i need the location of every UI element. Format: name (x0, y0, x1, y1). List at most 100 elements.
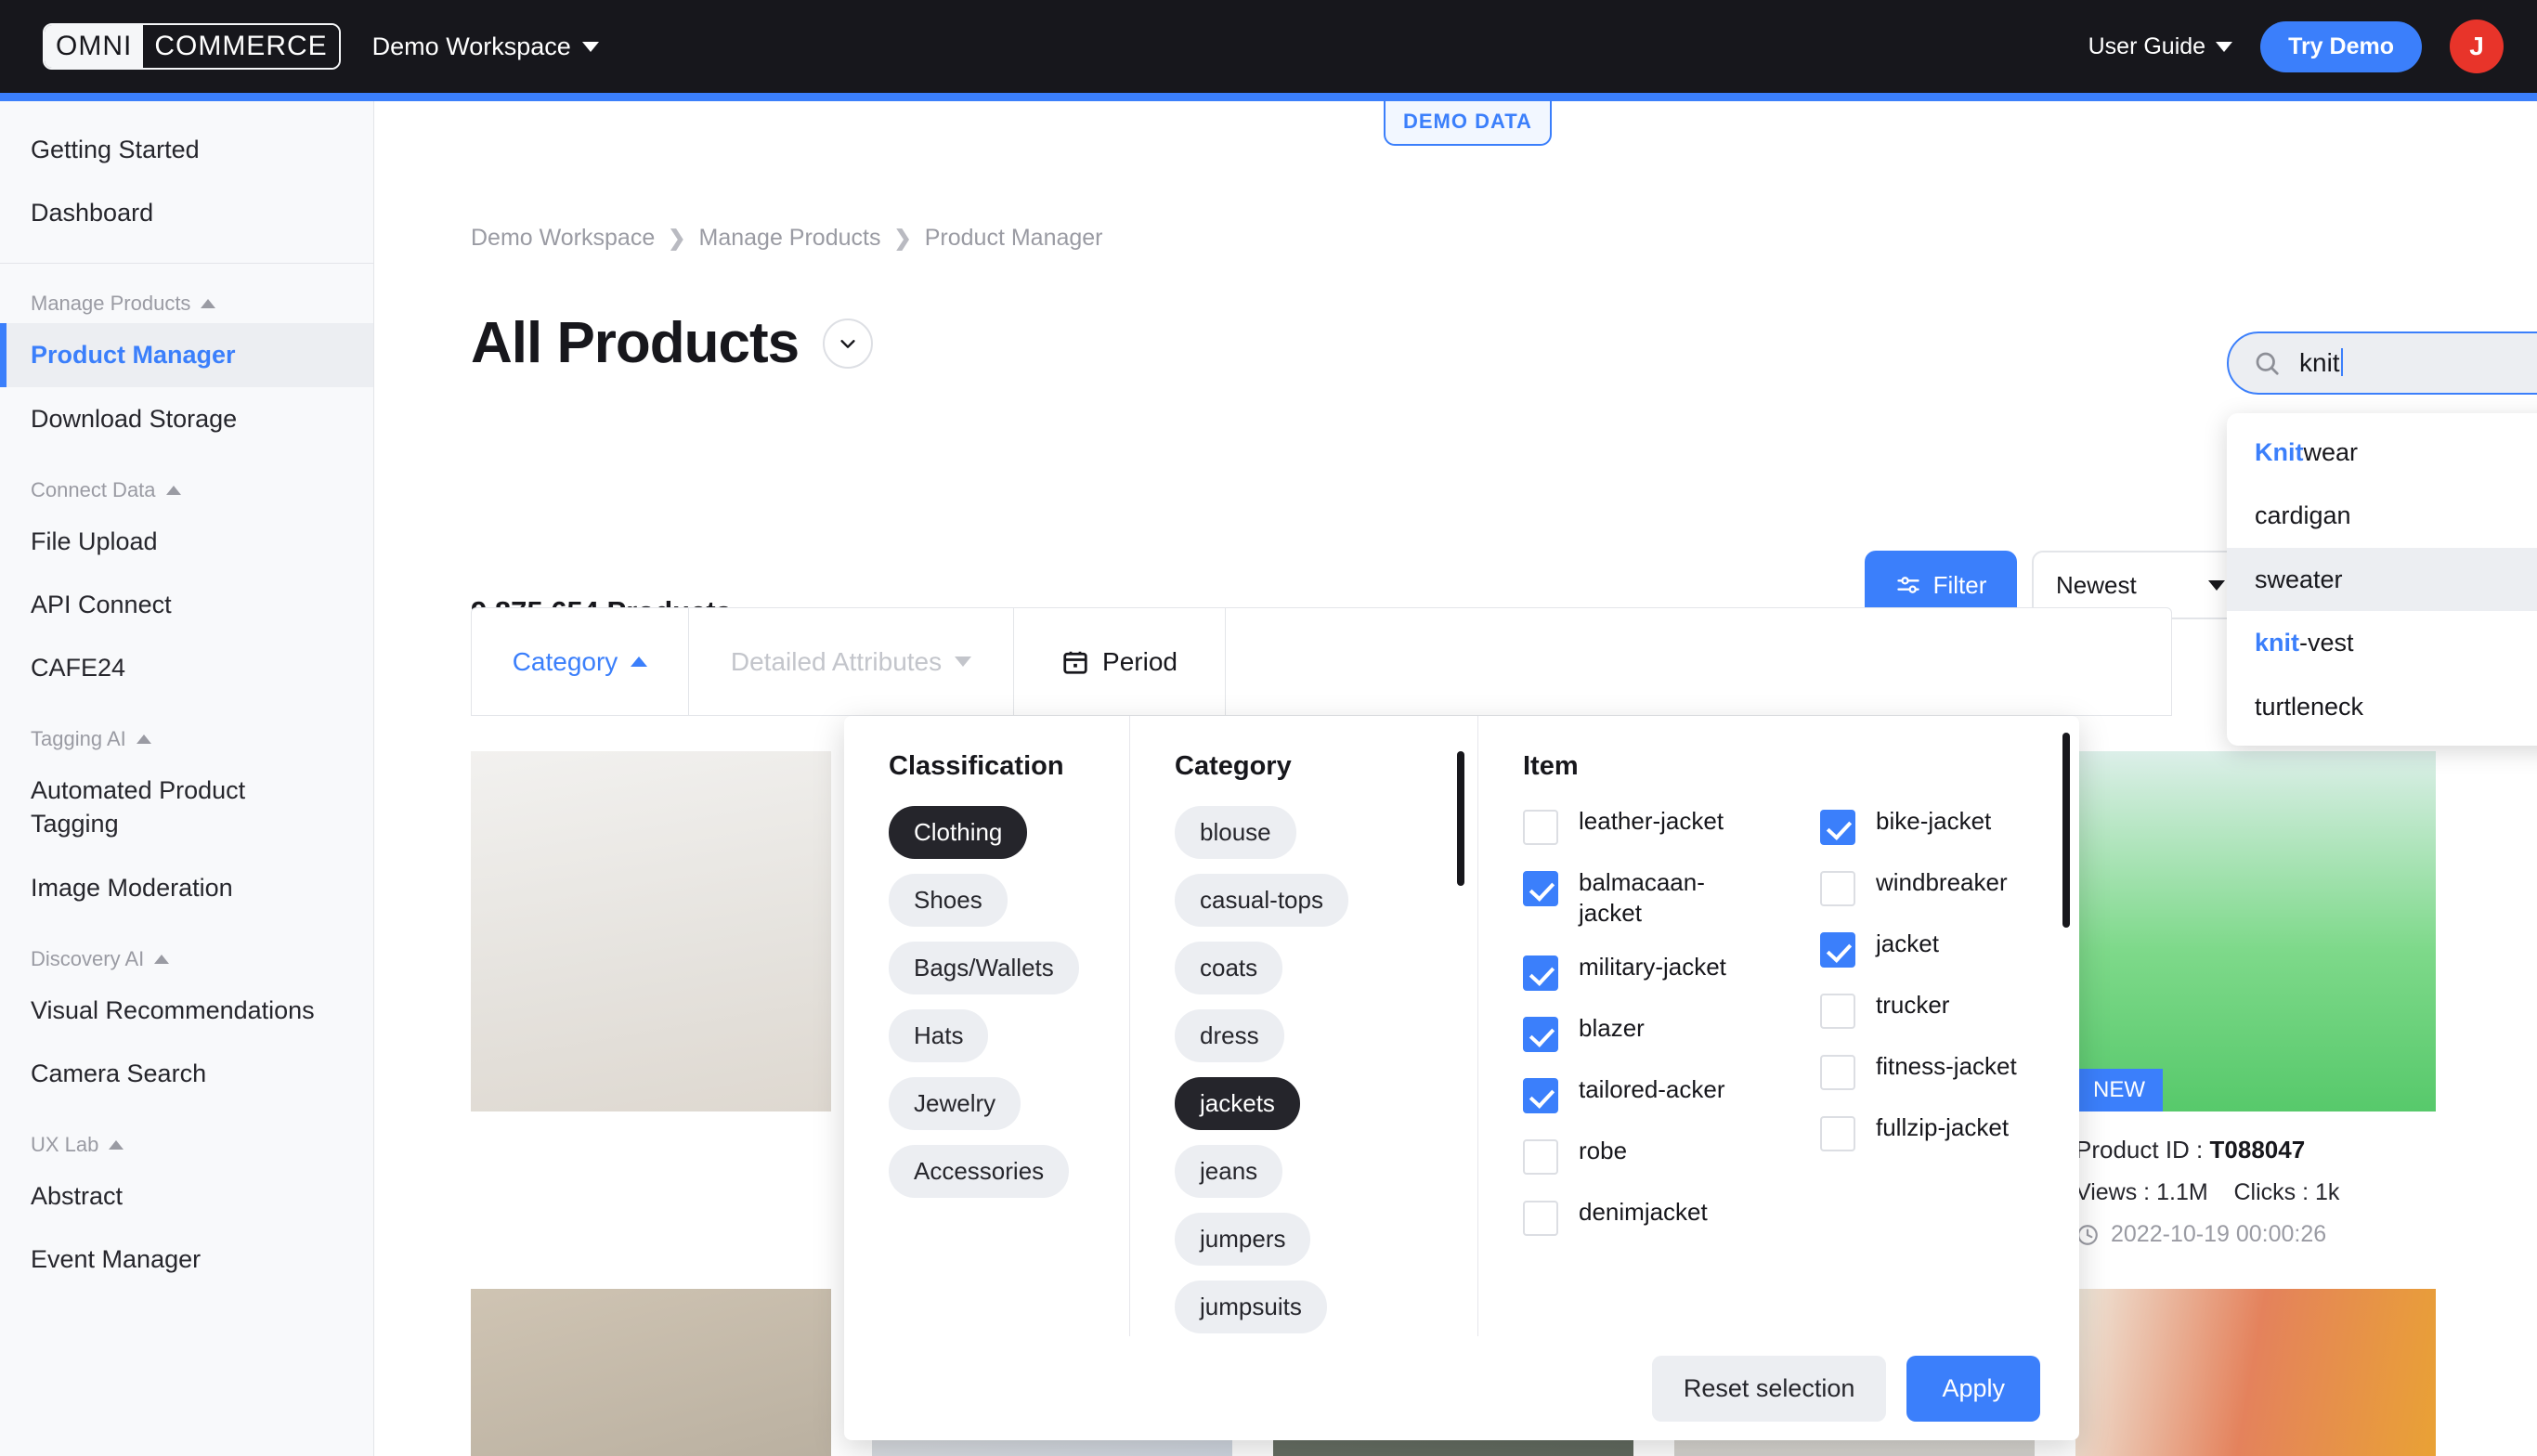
sidebar-group-ux-lab[interactable]: UX Lab (0, 1105, 373, 1164)
item-checkbox-fullzip-jacket[interactable]: fullzip-jacket (1820, 1112, 2071, 1151)
checkbox-icon[interactable] (1523, 810, 1558, 845)
breadcrumb-item-workspace[interactable]: Demo Workspace (471, 225, 655, 252)
checkbox-icon[interactable] (1820, 871, 1855, 906)
checkbox-checked-icon[interactable] (1820, 810, 1855, 845)
category-scrollbar-thumb[interactable] (1457, 751, 1464, 886)
product-card[interactable] (471, 1289, 831, 1456)
item-checkbox-leather-jacket[interactable]: leather-jacket (1523, 806, 1774, 845)
product-id-row: Product ID : T088047 (2075, 1136, 2436, 1164)
item-checkbox-trucker[interactable]: trucker (1820, 990, 2071, 1029)
product-thumbnail[interactable]: NEW (2075, 751, 2436, 1112)
suggestion-knitwear[interactable]: Knitwear (2227, 421, 2537, 484)
suggestion-knit-vest[interactable]: knit-vest (2227, 611, 2537, 674)
item-checkbox-blazer[interactable]: blazer (1523, 1013, 1774, 1052)
tab-detailed-attributes-label: Detailed Attributes (730, 646, 943, 676)
sidebar-item-image-moderation[interactable]: Image Moderation (0, 856, 373, 919)
checkbox-icon[interactable] (1820, 994, 1855, 1029)
classification-chip-jewelry[interactable]: Jewelry (889, 1077, 1021, 1130)
suggestion-turtleneck[interactable]: turtleneck (2227, 675, 2537, 738)
checkbox-checked-icon[interactable] (1523, 1077, 1558, 1113)
category-chip-jeans[interactable]: jeans (1175, 1145, 1283, 1198)
checkbox-icon[interactable] (1820, 1055, 1855, 1090)
item-scrollbar-thumb[interactable] (2062, 733, 2070, 928)
sidebar-item-camera-search[interactable]: Camera Search (0, 1042, 373, 1105)
suggestion-sweater[interactable]: sweater (2227, 547, 2537, 612)
item-checkbox-robe[interactable]: robe (1523, 1136, 1774, 1175)
avatar[interactable]: J (2450, 20, 2504, 73)
item-checkbox-label: balmacaan-jacket (1579, 868, 1705, 928)
classification-chip-accessories[interactable]: Accessories (889, 1145, 1070, 1198)
item-checkbox-jacket[interactable]: jacket (1820, 929, 2071, 968)
apply-button[interactable]: Apply (1906, 1355, 2040, 1422)
sidebar-item-event-manager[interactable]: Event Manager (0, 1228, 373, 1291)
reset-selection-button[interactable]: Reset selection (1651, 1355, 1887, 1422)
category-chip-coats[interactable]: coats (1175, 942, 1283, 994)
checkbox-icon[interactable] (1523, 1200, 1558, 1236)
classification-chip-clothing[interactable]: Clothing (889, 806, 1028, 859)
item-checkbox-balmacaan-jacket[interactable]: balmacaan-jacket (1523, 867, 1774, 930)
sidebar-item-automated-product-tagging[interactable]: Automated Product Tagging (0, 759, 279, 855)
user-guide-menu[interactable]: User Guide (2088, 33, 2233, 60)
sidebar-item-api-connect[interactable]: API Connect (0, 573, 373, 636)
item-checkbox-label: blazer (1579, 1013, 1645, 1042)
item-checkbox-tailored-acker[interactable]: tailored-acker (1523, 1074, 1774, 1113)
sidebar-item-abstract[interactable]: Abstract (0, 1164, 373, 1228)
product-card[interactable]: NEW Product ID : T088047 Views : 1.1M Cl… (2075, 751, 2436, 1248)
sidebar-group-discovery-ai[interactable]: Discovery AI (0, 919, 373, 979)
sidebar-group-connect-data[interactable]: Connect Data (0, 450, 373, 510)
breadcrumb-item-manage-products[interactable]: Manage Products (699, 225, 881, 252)
sidebar-item-file-upload[interactable]: File Upload (0, 510, 373, 573)
category-chip-jumpsuits[interactable]: jumpsuits (1175, 1280, 1327, 1333)
sidebar-item-product-manager[interactable]: Product Manager (0, 323, 373, 387)
item-checkbox-denimjacket[interactable]: denimjacket (1523, 1197, 1774, 1236)
breadcrumb: Demo Workspace ❯ Manage Products ❯ Produ… (471, 225, 1103, 252)
checkbox-checked-icon[interactable] (1820, 932, 1855, 968)
search-input-value: knit (2299, 348, 2343, 378)
category-chip-blouse[interactable]: blouse (1175, 806, 1296, 859)
product-thumbnail[interactable] (471, 1289, 831, 1456)
checkbox-icon[interactable] (1820, 1116, 1855, 1151)
category-chip-casual-tops[interactable]: casual-tops (1175, 874, 1348, 927)
item-checkbox-fitness-jacket[interactable]: fitness-jacket (1820, 1051, 2071, 1090)
suggestion-cardigan[interactable]: cardigan (2227, 484, 2537, 547)
sidebar-group-tagging-ai[interactable]: Tagging AI (0, 699, 373, 759)
checkbox-checked-icon[interactable] (1523, 955, 1558, 991)
product-thumbnail[interactable] (471, 751, 831, 1112)
search-input[interactable]: knit ✕ (2227, 332, 2537, 395)
sidebar-item-download-storage[interactable]: Download Storage (0, 387, 373, 450)
classification-chip-bags-wallets[interactable]: Bags/Wallets (889, 942, 1079, 994)
category-chip-jackets[interactable]: jackets (1175, 1077, 1300, 1130)
sidebar-item-visual-recommendations[interactable]: Visual Recommendations (0, 979, 373, 1042)
suggestion-rest: sweater (2255, 565, 2343, 593)
breadcrumb-item-product-manager[interactable]: Product Manager (925, 225, 1103, 252)
product-thumbnail[interactable] (2075, 1289, 2436, 1456)
tab-period[interactable]: Period (1014, 608, 1226, 715)
page-title-dropdown-button[interactable] (823, 318, 874, 369)
try-demo-button[interactable]: Try Demo (2260, 20, 2422, 72)
product-clicks-label: Clicks : (2233, 1179, 2309, 1205)
top-bar: OMNI COMMERCE Demo Workspace User Guide … (0, 0, 2537, 93)
chevron-up-icon (154, 954, 170, 964)
checkbox-checked-icon[interactable] (1523, 1016, 1558, 1052)
item-checkbox-bike-jacket[interactable]: bike-jacket (1820, 806, 2071, 845)
sidebar-group-manage-products[interactable]: Manage Products (0, 264, 373, 323)
sidebar-item-getting-started[interactable]: Getting Started (0, 118, 373, 181)
sidebar-item-dashboard[interactable]: Dashboard (0, 181, 373, 244)
classification-chip-hats[interactable]: Hats (889, 1009, 989, 1062)
product-stats-row: Views : 1.1M Clicks : 1k (2075, 1179, 2436, 1206)
checkbox-checked-icon[interactable] (1523, 871, 1558, 906)
category-chip-jumpers[interactable]: jumpers (1175, 1213, 1311, 1266)
item-checkbox-windbreaker[interactable]: windbreaker (1820, 867, 2071, 906)
app-logo[interactable]: OMNI COMMERCE (43, 23, 341, 70)
product-card[interactable] (2075, 1289, 2436, 1456)
tab-category[interactable]: Category (472, 608, 689, 715)
category-chip-dress[interactable]: dress (1175, 1009, 1284, 1062)
item-checkbox-military-jacket[interactable]: military-jacket (1523, 952, 1774, 991)
checkbox-icon[interactable] (1523, 1138, 1558, 1175)
product-card[interactable] (471, 751, 831, 1248)
classification-chip-shoes[interactable]: Shoes (889, 874, 1008, 927)
sidebar-item-cafe24[interactable]: CAFE24 (0, 636, 373, 699)
workspace-selector[interactable]: Demo Workspace (372, 32, 599, 61)
tab-detailed-attributes[interactable]: Detailed Attributes (689, 608, 1014, 715)
search-suggestions: Knitwear cardigan sweater knit-vest turt… (2227, 413, 2537, 746)
